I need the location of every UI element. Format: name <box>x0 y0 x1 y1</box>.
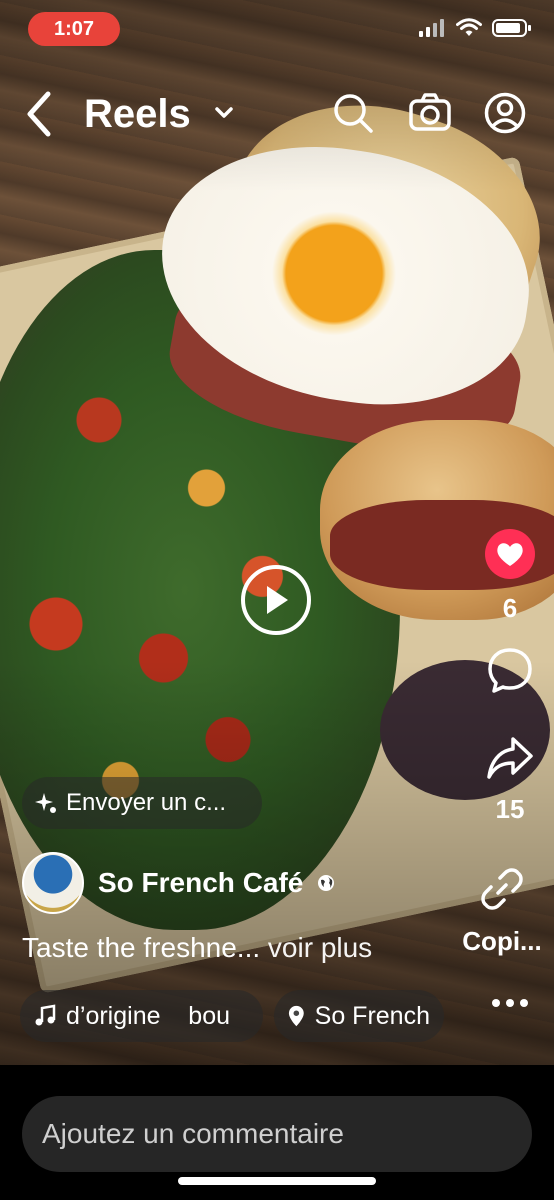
see-more-link[interactable]: voir plus <box>268 932 372 963</box>
comment-placeholder: Ajoutez un commentaire <box>42 1118 344 1149</box>
home-indicator[interactable] <box>178 1177 376 1185</box>
share-button[interactable]: 15 <box>484 735 536 825</box>
chevron-down-icon[interactable] <box>214 106 234 120</box>
caption[interactable]: Taste the freshne... voir plus <box>22 932 372 964</box>
comment-button[interactable] <box>484 645 536 702</box>
top-bar: Reels <box>0 84 554 144</box>
like-button[interactable]: 6 <box>484 528 536 624</box>
share-count: 15 <box>495 794 525 824</box>
status-icons <box>418 18 532 38</box>
author-name[interactable]: So French Café <box>98 867 303 899</box>
author-row[interactable]: So French Café <box>22 852 335 914</box>
copy-label: Copi... <box>462 926 542 956</box>
location-chip[interactable]: So French <box>274 990 444 1042</box>
search-icon[interactable] <box>332 92 374 134</box>
heart-filled-icon <box>485 529 535 579</box>
globe-icon <box>318 875 335 891</box>
link-icon <box>481 868 523 910</box>
more-options-button[interactable] <box>484 985 536 1016</box>
music-note-icon <box>35 1004 56 1026</box>
back-chevron-icon[interactable] <box>22 88 58 140</box>
send-message-chip[interactable]: Envoyer un c... <box>22 777 262 829</box>
copy-link-button[interactable]: Copi... <box>454 865 550 957</box>
location-chip-label: So French <box>314 1001 430 1030</box>
share-arrow-icon <box>487 737 533 779</box>
play-button[interactable] <box>241 565 311 635</box>
audio-chip[interactable]: d’origine bou <box>20 990 263 1042</box>
profile-icon[interactable] <box>484 92 526 134</box>
send-chip-label: Envoyer un c... <box>66 789 227 816</box>
caption-text: Taste the freshne... <box>22 932 261 963</box>
play-icon <box>267 586 288 614</box>
audio-chip-label: d’origine bou <box>66 1001 231 1030</box>
reels-screen: 1:07 Reels 6 15 Copi... Envoyer un c... … <box>0 0 554 1200</box>
status-time: 1:07 <box>28 12 120 46</box>
comment-input[interactable]: Ajoutez un commentaire <box>22 1096 532 1172</box>
sparkle-send-icon <box>35 793 56 813</box>
signal-icon <box>419 19 444 37</box>
page-title[interactable]: Reels <box>84 92 191 137</box>
camera-icon[interactable] <box>408 92 452 132</box>
battery-icon <box>492 19 531 37</box>
location-pin-icon <box>288 1005 304 1027</box>
avatar[interactable] <box>22 852 84 914</box>
comment-icon <box>488 648 532 693</box>
like-count: 6 <box>502 593 518 623</box>
wifi-icon <box>456 18 482 36</box>
more-dots-icon <box>492 999 528 1007</box>
